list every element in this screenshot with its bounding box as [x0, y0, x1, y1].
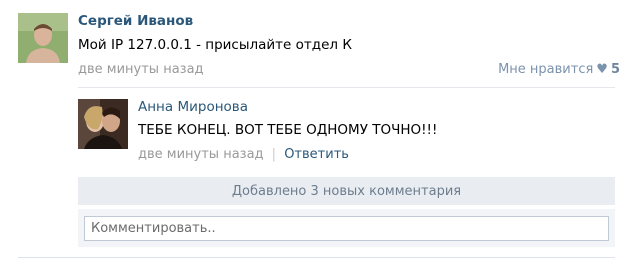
post-timestamp[interactable]: две минуты назад: [78, 62, 204, 77]
comment-author-avatar[interactable]: [78, 99, 128, 149]
avatar-photo-man: [18, 13, 68, 63]
wall-post: Сергей Иванов Мой IP 127.0.0.1 - присыла…: [0, 0, 635, 263]
author-avatar[interactable]: [18, 13, 68, 63]
like-count: 5: [610, 62, 620, 77]
divider: [78, 87, 615, 88]
comment-meta: две минуты назад | Ответить: [138, 147, 349, 162]
post-bottom-divider: [18, 257, 615, 258]
avatar-photo-couple: [78, 99, 128, 149]
like-button[interactable]: Мне нравится ♥ 5: [498, 62, 620, 77]
heart-icon: ♥: [596, 62, 608, 77]
meta-separator: |: [271, 147, 277, 162]
reply-link[interactable]: Ответить: [284, 147, 349, 162]
post-text: Мой IP 127.0.0.1 - присылайте отдел К: [78, 37, 352, 53]
comment-author-name[interactable]: Анна Миронова: [138, 99, 248, 115]
comment-input[interactable]: [84, 216, 609, 241]
new-comments-banner[interactable]: Добавлено 3 новых комментария: [78, 177, 615, 205]
comment-timestamp[interactable]: две минуты назад: [138, 147, 264, 162]
like-label: Мне нравится: [498, 62, 594, 77]
post-author-name[interactable]: Сергей Иванов: [78, 13, 193, 29]
comment-text: ТЕБЕ КОНЕЦ. ВОТ ТЕБЕ ОДНОМУ ТОЧНО!!!: [138, 122, 438, 138]
